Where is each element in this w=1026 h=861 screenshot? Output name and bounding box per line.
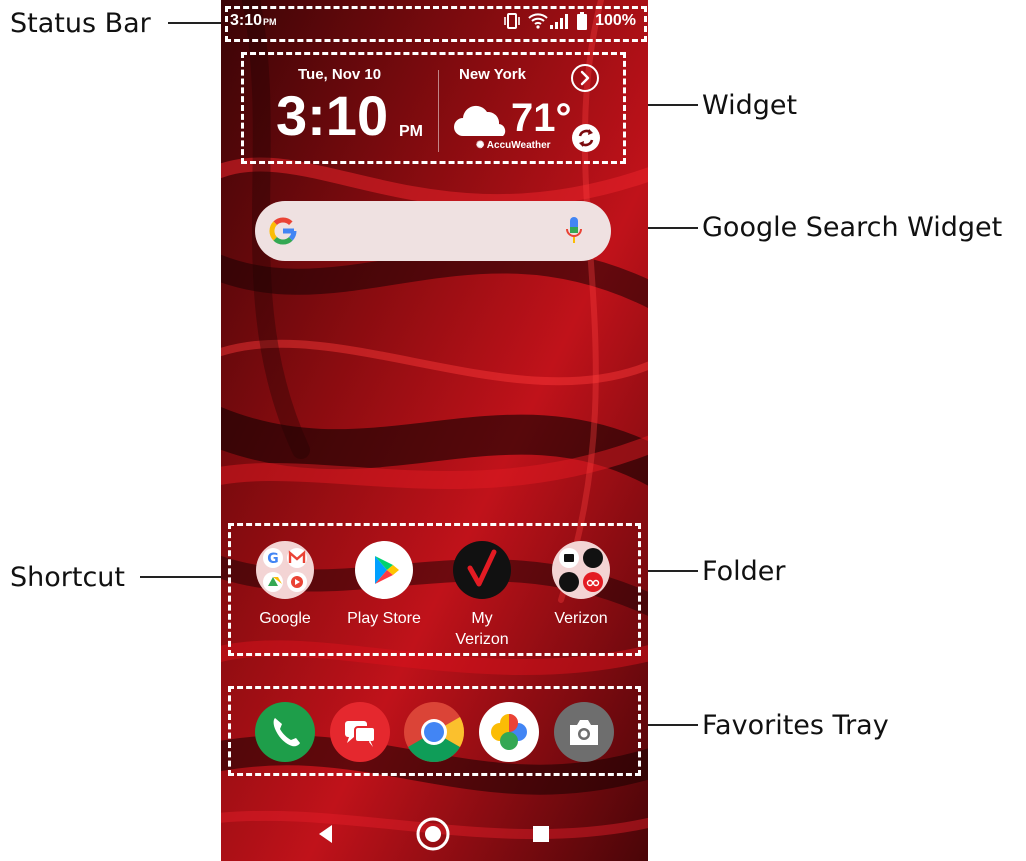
- callout-status-bar: Status Bar: [10, 8, 151, 39]
- callout-shortcut: Shortcut: [10, 562, 126, 593]
- google-g-icon: [269, 217, 297, 245]
- verizon-folder-icon: [552, 541, 610, 599]
- app-label-verizon: Verizon: [554, 610, 608, 627]
- app-label-play-store: Play Store: [347, 610, 421, 627]
- app-label-google: Google: [259, 610, 311, 627]
- callout-favorites-tray: Favorites Tray: [702, 710, 889, 741]
- callout-google-search-widget: Google Search Widget: [702, 212, 1003, 243]
- verizon-check-icon: [453, 541, 511, 599]
- camera-icon[interactable]: [553, 701, 615, 763]
- phone-icon[interactable]: [254, 701, 316, 763]
- home-icon[interactable]: [415, 816, 451, 852]
- leader-line-status-bar: [168, 22, 222, 24]
- play-store-icon: [355, 541, 413, 599]
- photos-icon[interactable]: [478, 701, 540, 763]
- callout-widget: Widget: [702, 90, 798, 121]
- google-folder-icon: G: [256, 541, 314, 599]
- phone-screen: 3:10PM 100% Tue, Nov 10 3:10 PM New York…: [221, 0, 648, 861]
- app-label-my-verizon: My Verizon: [455, 610, 509, 648]
- recents-icon[interactable]: [532, 825, 550, 843]
- status-bar-highlight: [225, 6, 647, 42]
- microphone-icon[interactable]: [565, 216, 583, 246]
- back-icon[interactable]: [316, 823, 336, 845]
- chrome-icon[interactable]: [403, 701, 465, 763]
- messages-icon[interactable]: [329, 701, 391, 763]
- leader-line-favorites: [641, 724, 698, 726]
- callout-folder: Folder: [702, 556, 786, 587]
- svg-text:G: G: [267, 551, 279, 567]
- widget-highlight: [241, 52, 626, 164]
- google-search-bar[interactable]: [255, 201, 611, 261]
